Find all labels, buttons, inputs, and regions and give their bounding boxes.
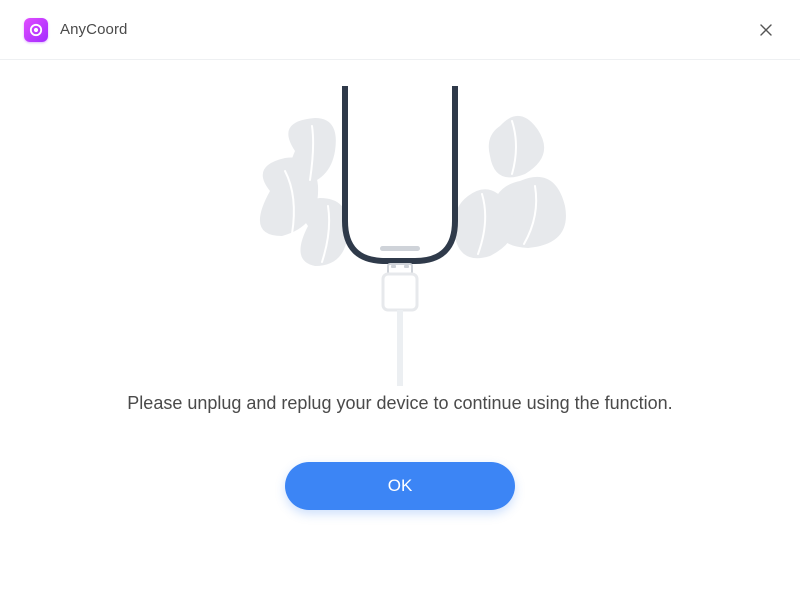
title-left: AnyCoord (24, 18, 128, 42)
content: Please unplug and replug your device to … (0, 60, 800, 615)
app-title: AnyCoord (60, 21, 128, 38)
app-logo-icon (24, 18, 48, 42)
close-icon (759, 23, 773, 37)
window: AnyCoord (0, 0, 800, 615)
instruction-message: Please unplug and replug your device to … (127, 390, 672, 418)
titlebar: AnyCoord (0, 0, 800, 60)
unplug-device-illustration (220, 86, 580, 386)
ok-button[interactable]: OK (285, 462, 515, 510)
close-button[interactable] (752, 16, 780, 44)
